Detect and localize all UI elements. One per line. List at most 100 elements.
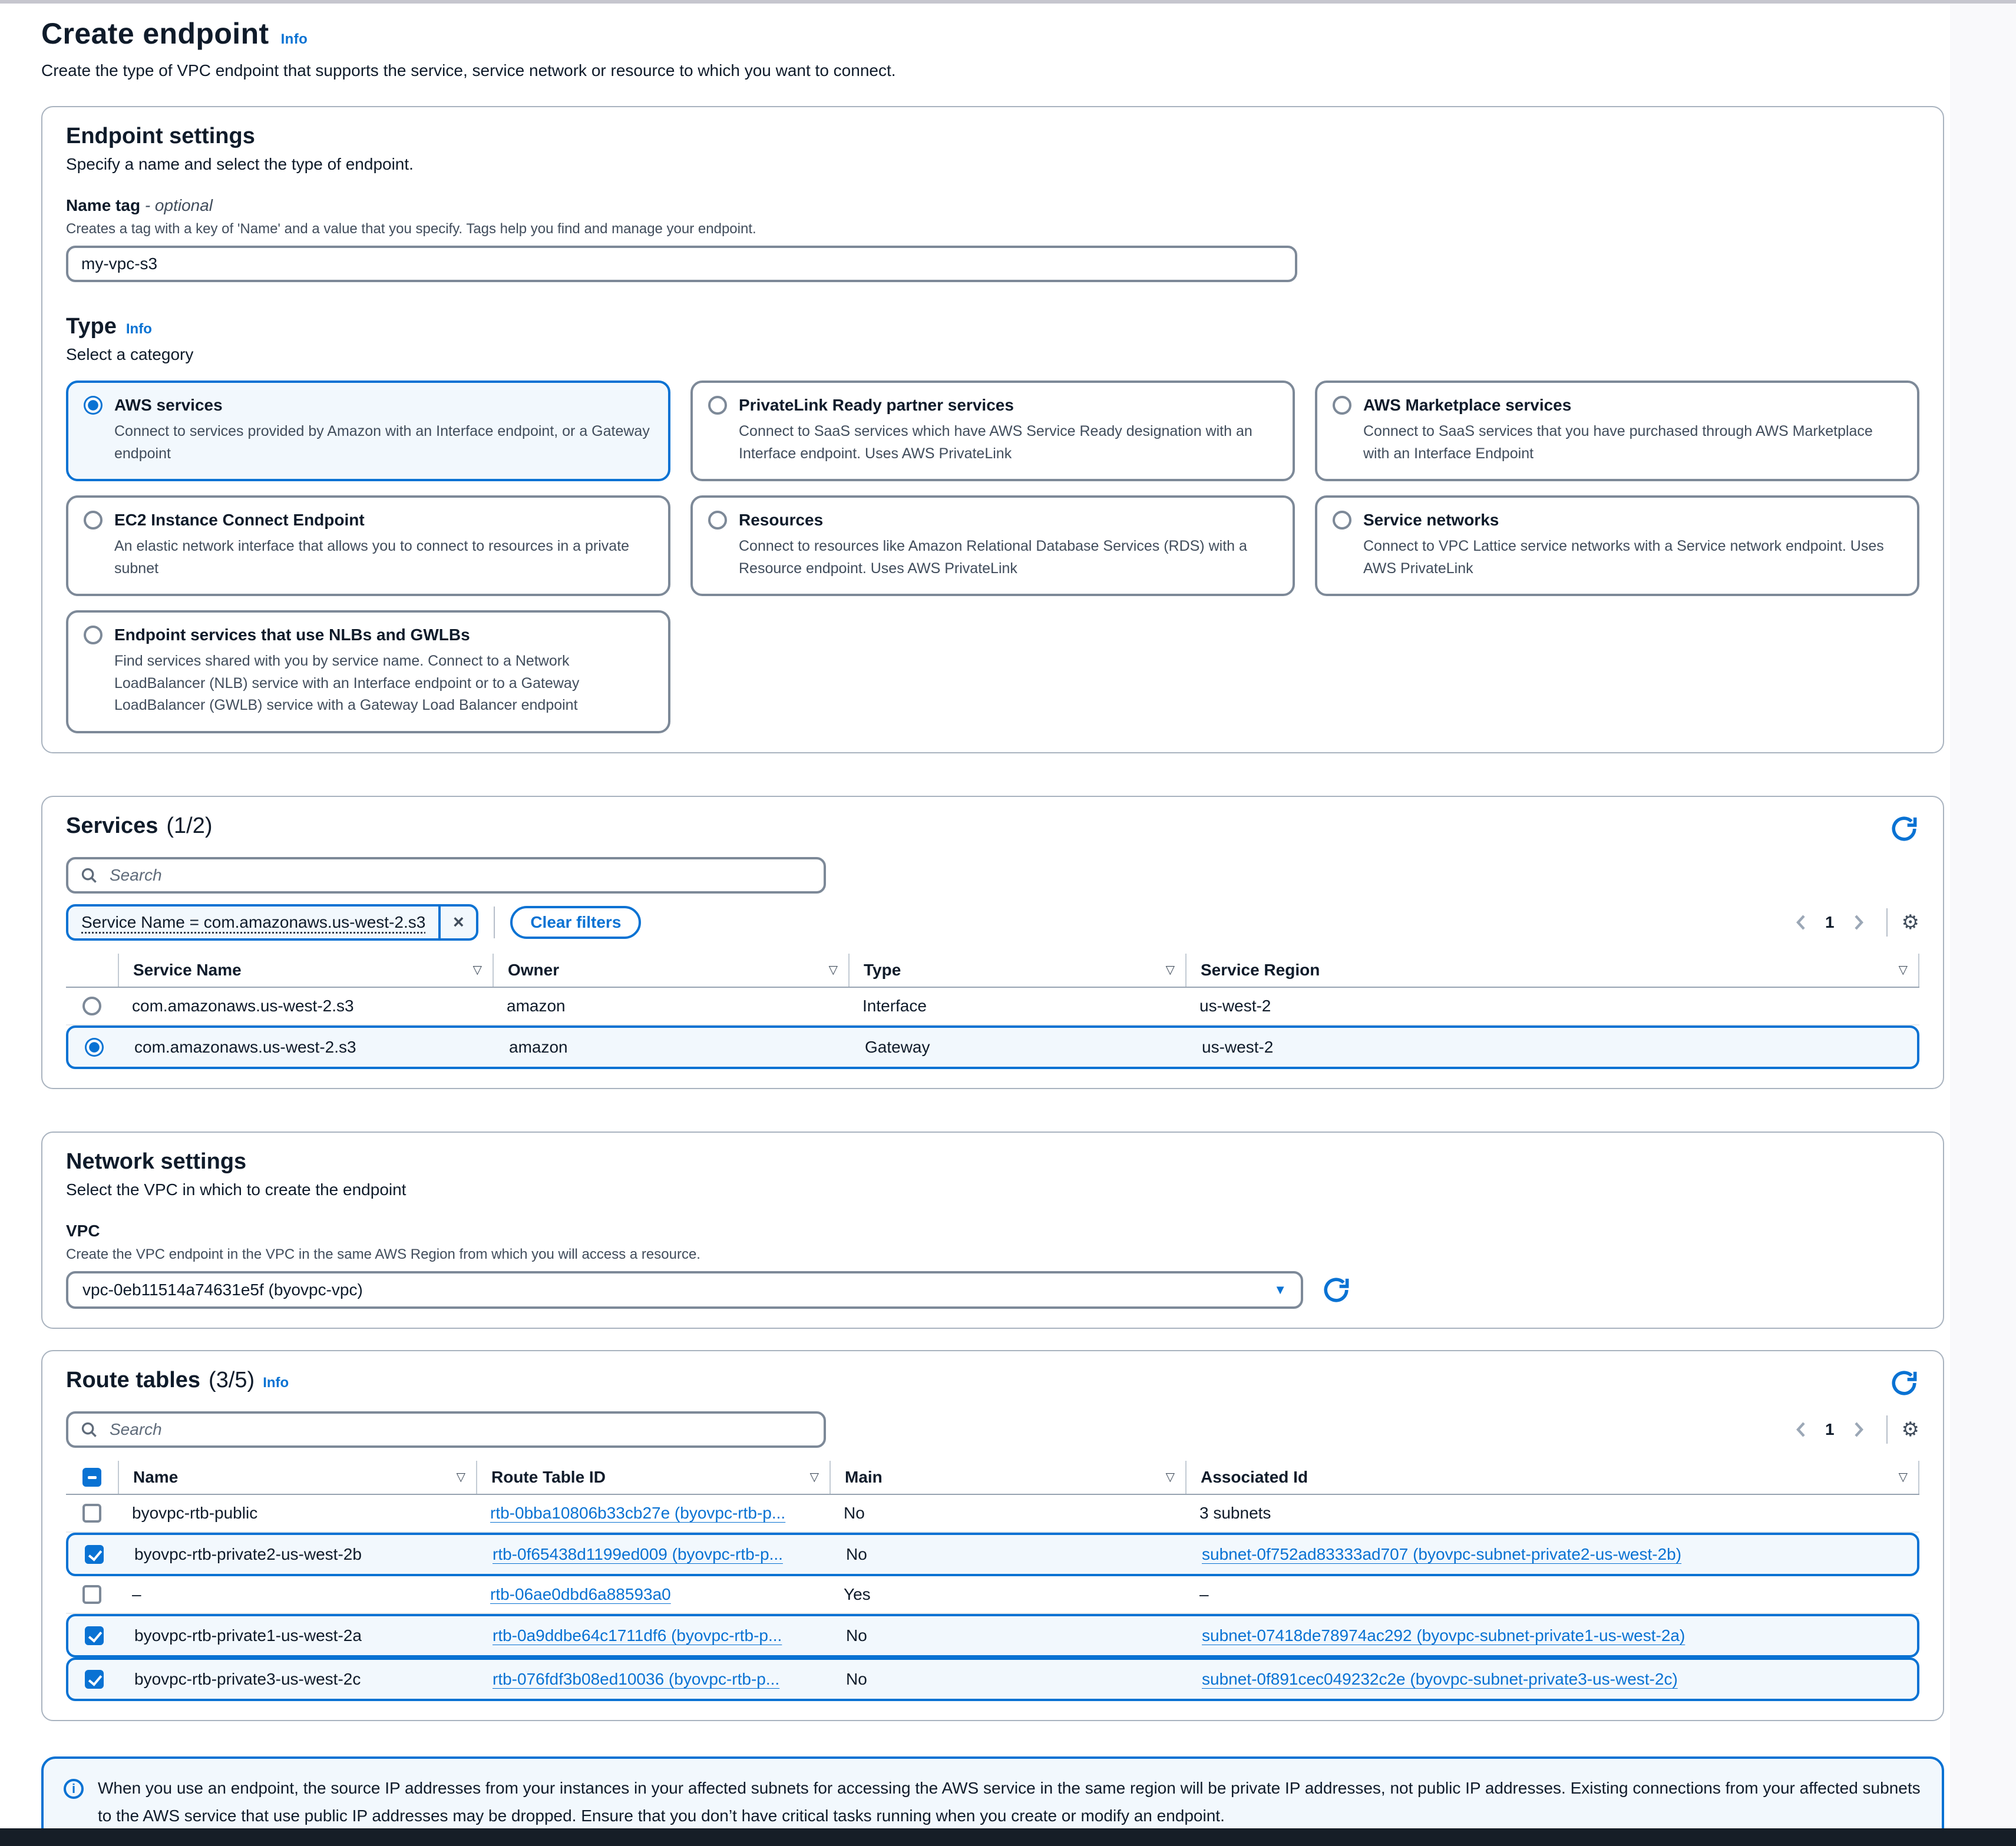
sort-icon[interactable]: ▽ xyxy=(1899,962,1908,977)
sort-icon[interactable]: ▽ xyxy=(473,962,482,977)
type-option-description: An elastic network interface that allows… xyxy=(114,535,653,580)
sort-icon[interactable]: ▽ xyxy=(1166,1470,1175,1484)
radio-checked-icon[interactable] xyxy=(85,1038,104,1057)
name-cell: byovpc-rtb-public xyxy=(118,1504,476,1523)
associated-id-cell: – xyxy=(1185,1585,1919,1604)
row-checkbox-checked[interactable] xyxy=(85,1670,104,1689)
name-tag-input[interactable] xyxy=(66,246,1297,282)
route-table-id-link[interactable]: rtb-0a9ddbe64c1711df6 (byovpc-rtb-p... xyxy=(493,1626,782,1645)
table-row-selected[interactable]: byovpc-rtb-private2-us-west-2b rtb-0f654… xyxy=(66,1533,1919,1576)
services-search-field[interactable] xyxy=(107,865,812,886)
route-tables-refresh-button[interactable] xyxy=(1889,1368,1919,1398)
clear-filters-button[interactable]: Clear filters xyxy=(510,906,641,939)
next-page-button[interactable] xyxy=(1846,911,1872,934)
type-option-privatelink-partner[interactable]: PrivateLink Ready partner services Conne… xyxy=(690,381,1295,481)
subnet-link[interactable]: subnet-0f891cec049232c2e (byovpc-subnet-… xyxy=(1202,1670,1678,1688)
col-route-table-id[interactable]: Route Table ID ▽ xyxy=(476,1461,829,1494)
row-checkbox-checked[interactable] xyxy=(85,1545,104,1564)
name-cell: byovpc-rtb-private3-us-west-2c xyxy=(120,1670,478,1689)
network-settings-description: Select the VPC in which to create the en… xyxy=(66,1180,1919,1199)
type-heading: Type Info xyxy=(66,314,1919,339)
services-refresh-button[interactable] xyxy=(1889,813,1919,844)
route-tables-info-link[interactable]: Info xyxy=(263,1375,289,1391)
radio-icon[interactable] xyxy=(708,396,727,415)
col-service-name[interactable]: Service Name ▽ xyxy=(118,954,493,987)
route-table-id-link[interactable]: rtb-06ae0dbd6a88593a0 xyxy=(490,1585,671,1603)
sort-icon[interactable]: ▽ xyxy=(829,962,838,977)
filter-token-close-icon[interactable]: × xyxy=(438,907,476,938)
radio-icon[interactable] xyxy=(708,511,727,530)
subnets-popover-link[interactable]: 3 subnets xyxy=(1199,1504,1271,1522)
route-tables-search-field[interactable] xyxy=(107,1419,812,1440)
main-cell: No xyxy=(829,1504,1185,1523)
sort-icon[interactable]: ▽ xyxy=(457,1470,465,1484)
sort-icon[interactable]: ▽ xyxy=(810,1470,819,1484)
vpc-select[interactable]: vpc-0eb11514a74631e5f (byovpc-vpc) ▼ xyxy=(66,1271,1303,1309)
radio-icon[interactable] xyxy=(84,626,103,644)
prev-page-button[interactable] xyxy=(1787,1418,1813,1441)
row-checkbox-checked[interactable] xyxy=(85,1626,104,1645)
filter-token-label[interactable]: Service Name = com.amazonaws.us-west-2.s… xyxy=(68,907,438,938)
type-cell: Interface xyxy=(848,997,1185,1015)
route-tables-card: Route tables (3/5) Info xyxy=(41,1350,1944,1721)
gear-icon: ⚙︎ xyxy=(1902,1418,1919,1441)
type-option-description: Connect to SaaS services which have AWS … xyxy=(739,421,1277,465)
route-table-id-link[interactable]: rtb-0bba10806b33cb27e (byovpc-rtb-p... xyxy=(490,1504,785,1522)
type-option-nlb-gwlb[interactable]: Endpoint services that use NLBs and GWLB… xyxy=(66,610,670,733)
radio-icon[interactable] xyxy=(1333,511,1351,530)
radio-icon[interactable] xyxy=(84,511,103,530)
table-row[interactable]: byovpc-rtb-public rtb-0bba10806b33cb27e … xyxy=(66,1495,1919,1533)
col-type[interactable]: Type ▽ xyxy=(848,954,1185,987)
route-tables-search-input[interactable] xyxy=(66,1411,826,1448)
vpc-refresh-button[interactable] xyxy=(1321,1275,1351,1305)
chevron-right-icon xyxy=(1853,1421,1865,1438)
page-info-link[interactable]: Info xyxy=(281,31,308,48)
page-number[interactable]: 1 xyxy=(1818,1420,1842,1439)
type-option-marketplace[interactable]: AWS Marketplace services Connect to SaaS… xyxy=(1315,381,1919,481)
services-table-header: Service Name ▽ Owner ▽ Type ▽ Service Re… xyxy=(66,954,1919,988)
route-table-id-link[interactable]: rtb-0f65438d1199ed009 (byovpc-rtb-p... xyxy=(493,1545,783,1563)
col-associated-id[interactable]: Associated Id ▽ xyxy=(1185,1461,1919,1494)
route-table-id-link[interactable]: rtb-076fdf3b08ed10036 (byovpc-rtb-p... xyxy=(493,1670,779,1688)
next-page-button[interactable] xyxy=(1846,1418,1872,1441)
page-number[interactable]: 1 xyxy=(1818,913,1842,932)
select-all-checkbox[interactable] xyxy=(82,1468,101,1487)
row-checkbox[interactable] xyxy=(82,1504,101,1523)
main-cell: No xyxy=(832,1545,1188,1564)
col-name[interactable]: Name ▽ xyxy=(118,1461,476,1494)
name-cell: byovpc-rtb-private2-us-west-2b xyxy=(120,1545,478,1564)
col-service-region[interactable]: Service Region ▽ xyxy=(1185,954,1919,987)
sort-icon[interactable]: ▽ xyxy=(1166,962,1175,977)
search-icon xyxy=(80,1421,98,1438)
type-option-title: AWS services xyxy=(114,396,223,415)
type-info-link[interactable]: Info xyxy=(126,321,152,338)
subnet-link[interactable]: subnet-0f752ad83333ad707 (byovpc-subnet-… xyxy=(1202,1545,1681,1563)
services-filter-token: Service Name = com.amazonaws.us-west-2.s… xyxy=(66,904,478,941)
services-pagination: 1 ⚙︎ xyxy=(1787,908,1919,937)
radio-icon[interactable] xyxy=(1333,396,1351,415)
search-icon xyxy=(80,866,98,884)
table-row[interactable]: com.amazonaws.us-west-2.s3 amazon Interf… xyxy=(66,988,1919,1025)
sort-icon[interactable]: ▽ xyxy=(1899,1470,1908,1484)
radio-icon[interactable] xyxy=(82,997,101,1015)
row-checkbox[interactable] xyxy=(82,1585,101,1604)
services-search-input[interactable] xyxy=(66,857,826,894)
type-option-resources[interactable]: Resources Connect to resources like Amaz… xyxy=(690,495,1295,596)
chevron-down-icon: ▼ xyxy=(1274,1282,1287,1298)
radio-checked-icon[interactable] xyxy=(84,396,103,415)
table-row-selected[interactable]: byovpc-rtb-private3-us-west-2c rtb-076fd… xyxy=(66,1658,1919,1701)
refresh-icon xyxy=(1889,1368,1919,1398)
subnet-link[interactable]: subnet-07418de78974ac292 (byovpc-subnet-… xyxy=(1202,1626,1685,1645)
type-option-ec2-instance-connect[interactable]: EC2 Instance Connect Endpoint An elastic… xyxy=(66,495,670,596)
table-row-selected[interactable]: com.amazonaws.us-west-2.s3 amazon Gatewa… xyxy=(66,1025,1919,1069)
col-main[interactable]: Main ▽ xyxy=(829,1461,1185,1494)
table-row-selected[interactable]: byovpc-rtb-private1-us-west-2a rtb-0a9dd… xyxy=(66,1614,1919,1658)
refresh-icon xyxy=(1321,1275,1351,1305)
window-top-border xyxy=(0,0,2016,4)
prev-page-button[interactable] xyxy=(1787,911,1813,934)
type-option-aws-services[interactable]: AWS services Connect to services provide… xyxy=(66,381,670,481)
vpc-help: Create the VPC endpoint in the VPC in th… xyxy=(66,1246,1919,1263)
type-option-service-networks[interactable]: Service networks Connect to VPC Lattice … xyxy=(1315,495,1919,596)
col-owner[interactable]: Owner ▽ xyxy=(493,954,848,987)
table-row[interactable]: – rtb-06ae0dbd6a88593a0 Yes – xyxy=(66,1576,1919,1614)
